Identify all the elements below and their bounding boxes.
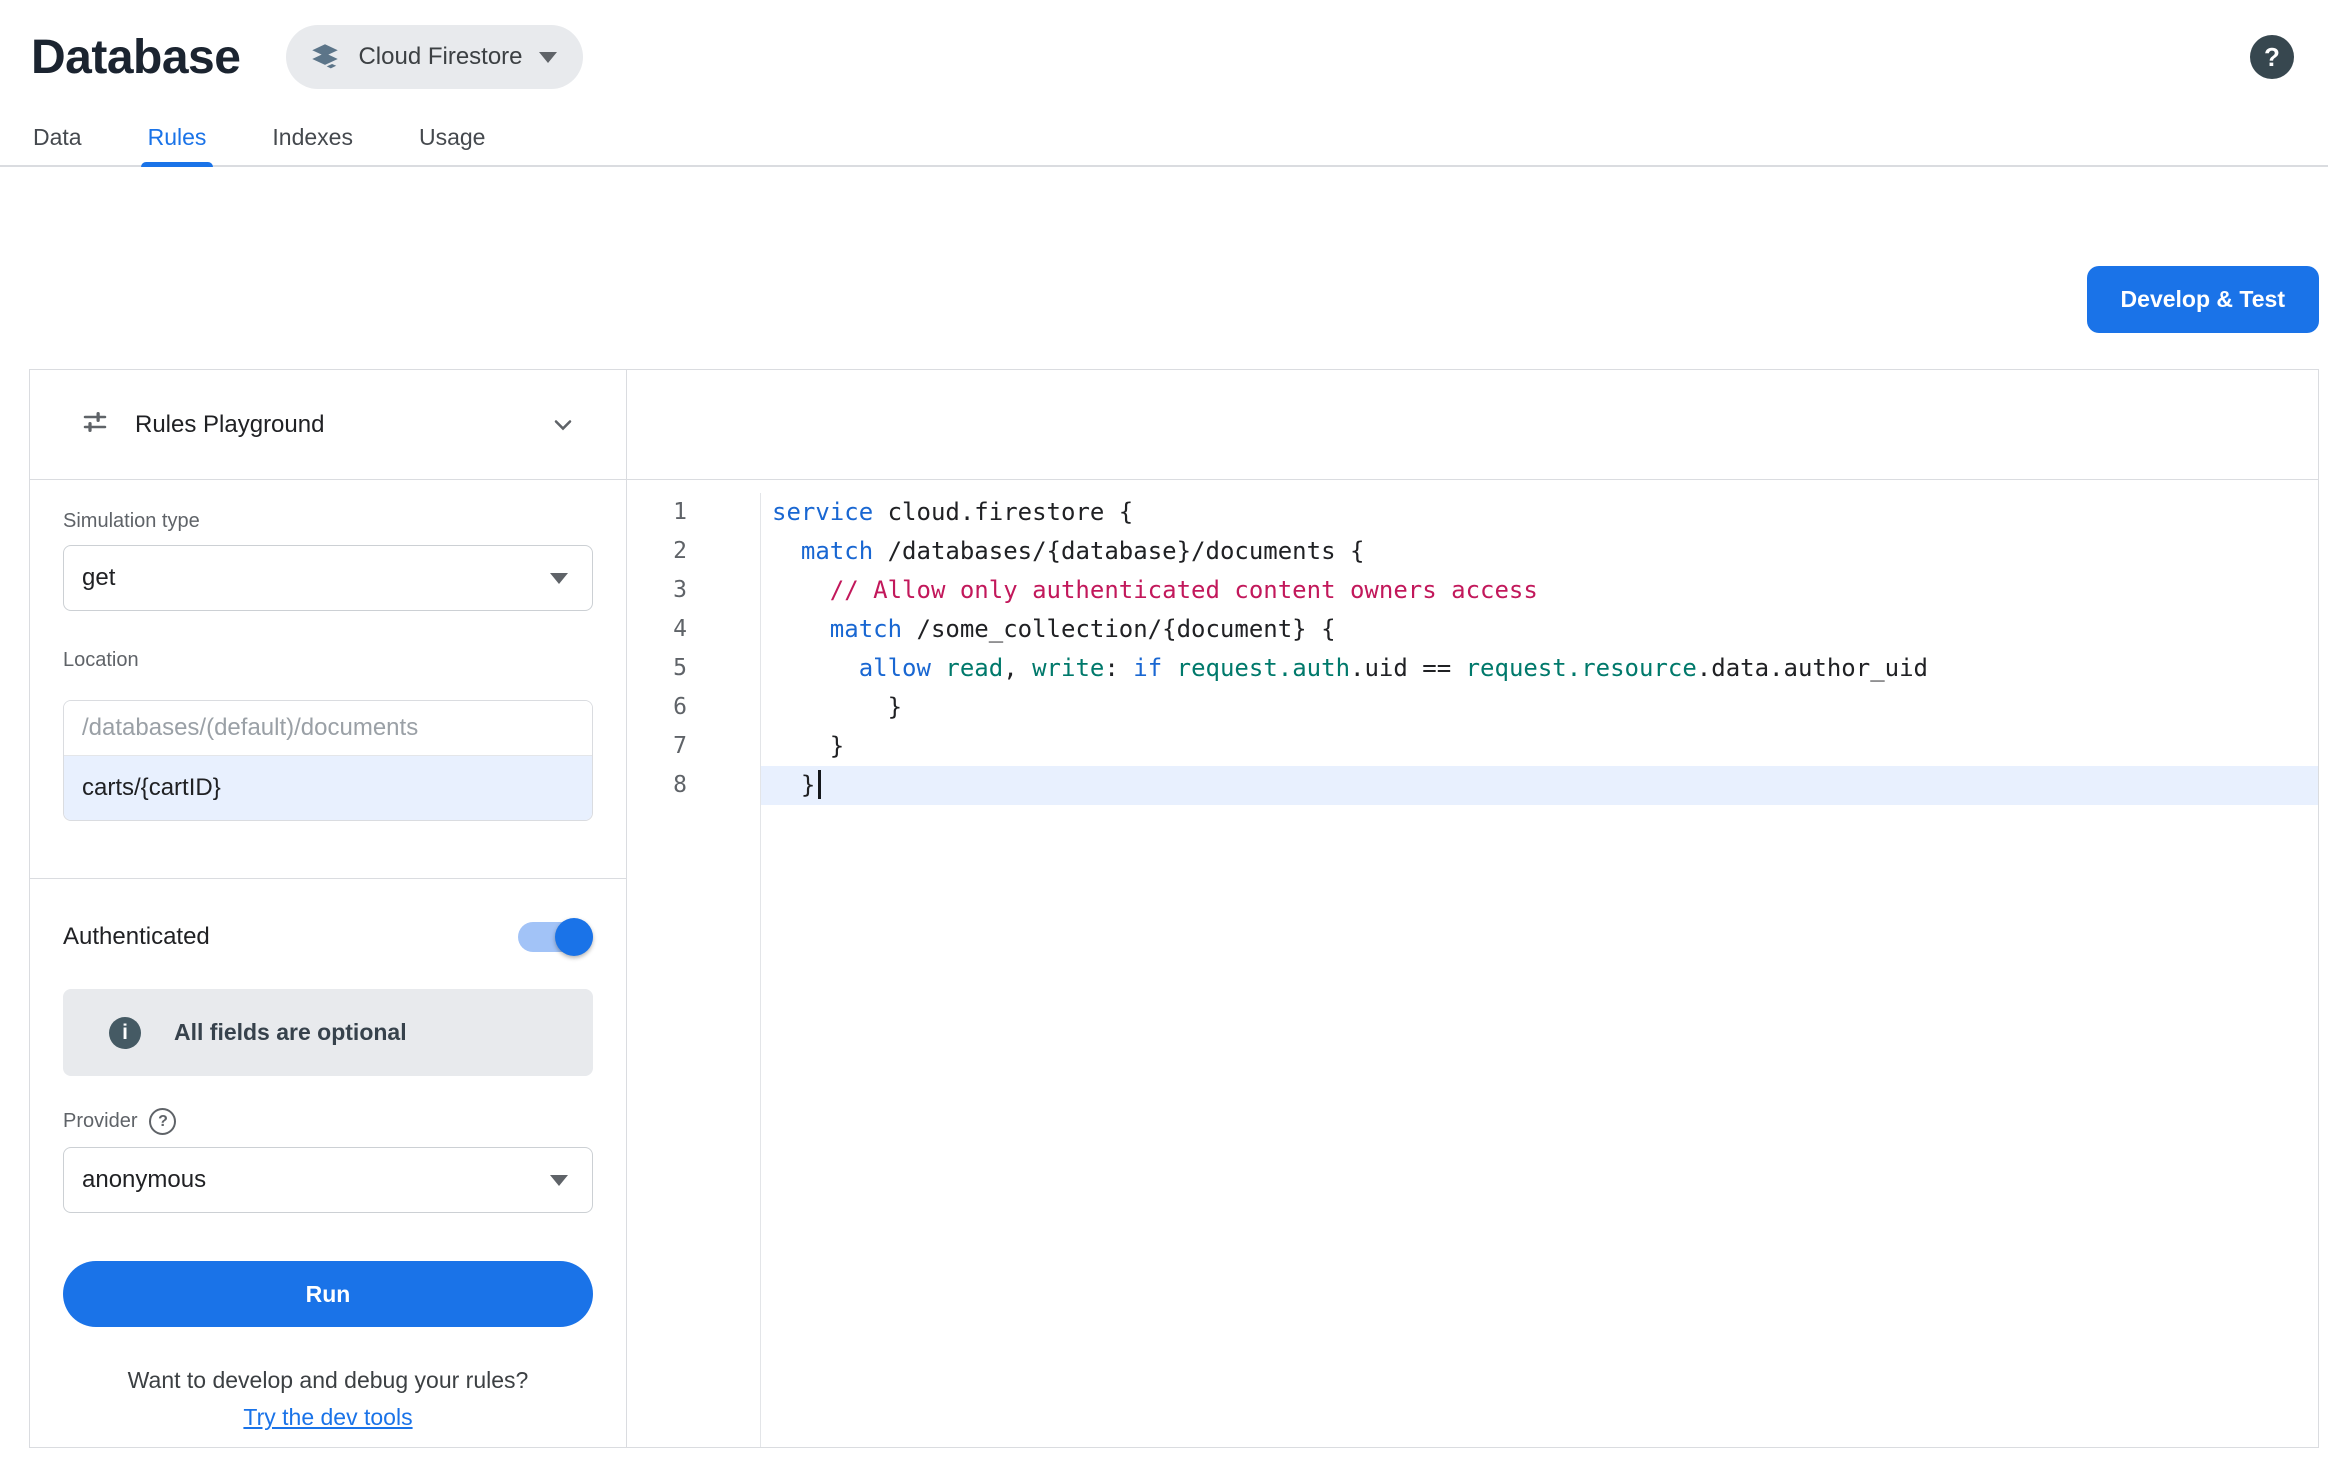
rules-workspace: Rules Playground Simulation type get Loc… [29,369,2319,1448]
code-line[interactable]: } [761,688,2318,727]
tune-icon [80,407,110,442]
line-number: 5 [627,649,687,688]
line-number: 2 [627,532,687,571]
line-number: 7 [627,727,687,766]
info-banner: i All fields are optional [63,989,593,1076]
rules-editor[interactable]: 12345678 service cloud.firestore { match… [627,480,2318,1447]
info-icon: i [109,1017,141,1049]
product-selector[interactable]: Cloud Firestore [286,25,582,89]
editor-gutter: 12345678 [627,493,761,1447]
line-number: 6 [627,688,687,727]
actions-row: Develop & Test [0,266,2328,333]
provider-label: Provider [63,1110,137,1133]
line-number: 4 [627,610,687,649]
playground-form-auth: Authenticated i All fields are optional … [30,879,626,1431]
text-cursor [818,770,821,799]
tab-bar: Data Rules Indexes Usage [0,110,2328,167]
dev-tools-prompt: Want to develop and debug your rules? [63,1367,593,1394]
rules-playground-panel: Rules Playground Simulation type get Loc… [30,370,627,1447]
location-input[interactable]: carts/{cartID} [64,756,592,820]
line-number: 8 [627,766,687,805]
firestore-icon [308,40,342,74]
page-title: Database [31,30,240,85]
help-button[interactable]: ? [2250,35,2294,79]
rules-editor-panel: 12345678 service cloud.firestore { match… [627,370,2318,1447]
authenticated-toggle[interactable] [518,922,593,952]
line-number: 3 [627,571,687,610]
provider-help-icon[interactable]: ? [149,1108,176,1135]
dropdown-caret-icon [550,1175,568,1186]
dev-tools-link[interactable]: Try the dev tools [63,1404,593,1431]
simulation-type-label: Simulation type [63,510,593,533]
authenticated-label: Authenticated [63,923,210,951]
location-input-group: /databases/(default)/documents carts/{ca… [63,700,593,821]
develop-test-button[interactable]: Develop & Test [2087,266,2319,333]
provider-value: anonymous [82,1166,206,1194]
tab-indexes[interactable]: Indexes [272,110,353,165]
help-icon: ? [2264,42,2280,73]
simulation-type-value: get [82,564,115,592]
firestore-rules-page: Database Cloud Firestore ? Data Rules In… [0,0,2328,1448]
code-line[interactable]: } [761,766,2318,805]
code-line[interactable]: service cloud.firestore { [761,493,2318,532]
code-line[interactable]: // Allow only authenticated content owne… [761,571,2318,610]
editor-code[interactable]: service cloud.firestore { match /databas… [761,493,2318,1447]
playground-title: Rules Playground [135,411,324,439]
product-selector-label: Cloud Firestore [358,43,522,71]
chevron-down-icon[interactable] [549,411,577,439]
chevron-down-icon [539,52,557,63]
info-banner-text: All fields are optional [174,1019,407,1046]
dropdown-caret-icon [550,573,568,584]
provider-row: Provider ? [63,1108,593,1135]
tab-data[interactable]: Data [33,110,82,165]
playground-form-top: Simulation type get Location /databases/… [30,480,626,821]
location-base-path: /databases/(default)/documents [64,701,592,756]
code-line[interactable]: match /some_collection/{document} { [761,610,2318,649]
provider-select[interactable]: anonymous [63,1147,593,1213]
location-label: Location [63,649,593,672]
editor-toolbar [627,370,2318,480]
simulation-type-select[interactable]: get [63,545,593,611]
run-button[interactable]: Run [63,1261,593,1327]
code-line[interactable]: } [761,727,2318,766]
code-line[interactable]: allow read, write: if request.auth.uid =… [761,649,2318,688]
line-number: 1 [627,493,687,532]
tab-usage[interactable]: Usage [419,110,485,165]
authenticated-row: Authenticated [63,913,593,961]
toggle-knob [555,918,593,956]
tab-rules[interactable]: Rules [148,110,207,165]
page-header: Database Cloud Firestore ? [0,0,2328,96]
playground-header[interactable]: Rules Playground [30,370,626,480]
code-line[interactable]: match /databases/{database}/documents { [761,532,2318,571]
